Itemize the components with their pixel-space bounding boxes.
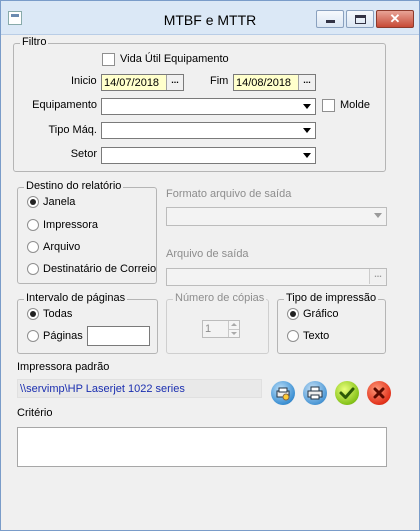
spin-down-icon[interactable] [228, 329, 239, 337]
filtro-legend: Filtro [20, 36, 49, 48]
ok-button[interactable] [335, 381, 359, 405]
intervalo-todas-label: Todas [43, 308, 73, 320]
maximize-icon [355, 15, 366, 24]
tipo-grafico-label: Gráfico [303, 308, 339, 320]
formato-label: Formato arquivo de saída [166, 188, 292, 200]
paginas-input[interactable] [87, 326, 150, 346]
arquivo-field[interactable]: ... [166, 268, 387, 286]
tipo-maq-dropdown-button[interactable] [299, 123, 315, 138]
title-bar[interactable]: MTBF e MTTR ✕ [1, 1, 419, 35]
destino-legend: Destino do relatório [24, 180, 124, 192]
copias-spinner[interactable]: 1 [202, 320, 240, 338]
x-icon [373, 387, 385, 399]
tipo-maq-select[interactable] [101, 122, 316, 139]
close-icon: ✕ [389, 11, 401, 26]
destino-correio-label: Destinatário de Correio [43, 263, 157, 275]
equipamento-select[interactable] [101, 98, 316, 115]
molde-label: Molde [340, 99, 370, 111]
tipo-grafico-radio[interactable] [287, 308, 299, 320]
destino-janela-radio[interactable] [27, 196, 39, 208]
copias-legend: Número de cópias [173, 292, 267, 304]
tipo-maq-label: Tipo Máq. [48, 124, 97, 136]
close-button[interactable]: ✕ [376, 10, 414, 28]
minimize-icon [326, 20, 335, 23]
destino-correio-radio[interactable] [27, 263, 39, 275]
printer-setup-icon [276, 387, 290, 401]
formato-dropdown-button[interactable] [370, 208, 386, 223]
vida-util-label: Vida Útil Equipamento [120, 53, 229, 65]
check-icon [339, 387, 355, 399]
print-button[interactable] [303, 381, 327, 405]
fim-date-value: 14/08/2018 [236, 77, 292, 89]
arquivo-label: Arquivo de saída [166, 248, 249, 260]
setor-select[interactable] [101, 147, 316, 164]
report-window: MTBF e MTTR ✕ Filtro Vida Útil Equipamen… [0, 0, 420, 531]
minimize-button[interactable] [316, 10, 344, 28]
formato-select[interactable] [166, 207, 387, 226]
inicio-label: Inicio [71, 75, 97, 87]
equipamento-dropdown-button[interactable] [299, 99, 315, 114]
chevron-down-icon [374, 213, 382, 218]
intervalo-legend: Intervalo de páginas [24, 292, 128, 304]
tipo-impressao-legend: Tipo de impressão [284, 292, 379, 304]
destino-arquivo-radio[interactable] [27, 241, 39, 253]
inicio-date-picker-button[interactable]: ... [166, 75, 183, 90]
chevron-down-icon [303, 104, 311, 109]
vida-util-checkbox[interactable] [102, 53, 115, 66]
fim-date-field[interactable]: 14/08/2018 ... [233, 74, 316, 91]
spin-up-icon[interactable] [228, 321, 239, 329]
inicio-date-field[interactable]: 14/07/2018 ... [101, 74, 184, 91]
molde-checkbox[interactable] [322, 99, 335, 112]
criterio-label: Critério [17, 407, 53, 419]
intervalo-paginas-label: Páginas [43, 330, 83, 342]
setor-dropdown-button[interactable] [299, 148, 315, 163]
intervalo-paginas-radio[interactable] [27, 330, 39, 342]
destino-impressora-radio[interactable] [27, 219, 39, 231]
criterio-textarea[interactable] [17, 427, 387, 467]
chevron-down-icon [303, 128, 311, 133]
maximize-button[interactable] [346, 10, 374, 28]
destino-arquivo-label: Arquivo [43, 241, 81, 253]
tipo-texto-label: Texto [303, 330, 330, 342]
setor-label: Setor [70, 148, 97, 160]
tipo-texto-radio[interactable] [287, 330, 299, 342]
fim-date-picker-button[interactable]: ... [298, 75, 315, 90]
chevron-down-icon [303, 153, 311, 158]
copias-value: 1 [205, 323, 212, 335]
fim-label: Fim [210, 75, 229, 87]
printer-icon [307, 386, 323, 400]
impressora-label: Impressora padrão [17, 361, 110, 373]
intervalo-todas-radio[interactable] [27, 308, 39, 320]
impressora-display: \\servimp\HP Laserjet 1022 series [17, 379, 262, 398]
arquivo-browse-button[interactable]: ... [369, 269, 386, 284]
impressora-value: \\servimp\HP Laserjet 1022 series [20, 383, 185, 395]
equipamento-label: Equipamento [32, 99, 97, 111]
destino-impressora-label: Impressora [43, 219, 99, 231]
printer-setup-button[interactable] [271, 381, 295, 405]
cancel-button[interactable] [367, 381, 391, 405]
destino-janela-label: Janela [43, 196, 76, 208]
inicio-date-value: 14/07/2018 [104, 77, 160, 89]
